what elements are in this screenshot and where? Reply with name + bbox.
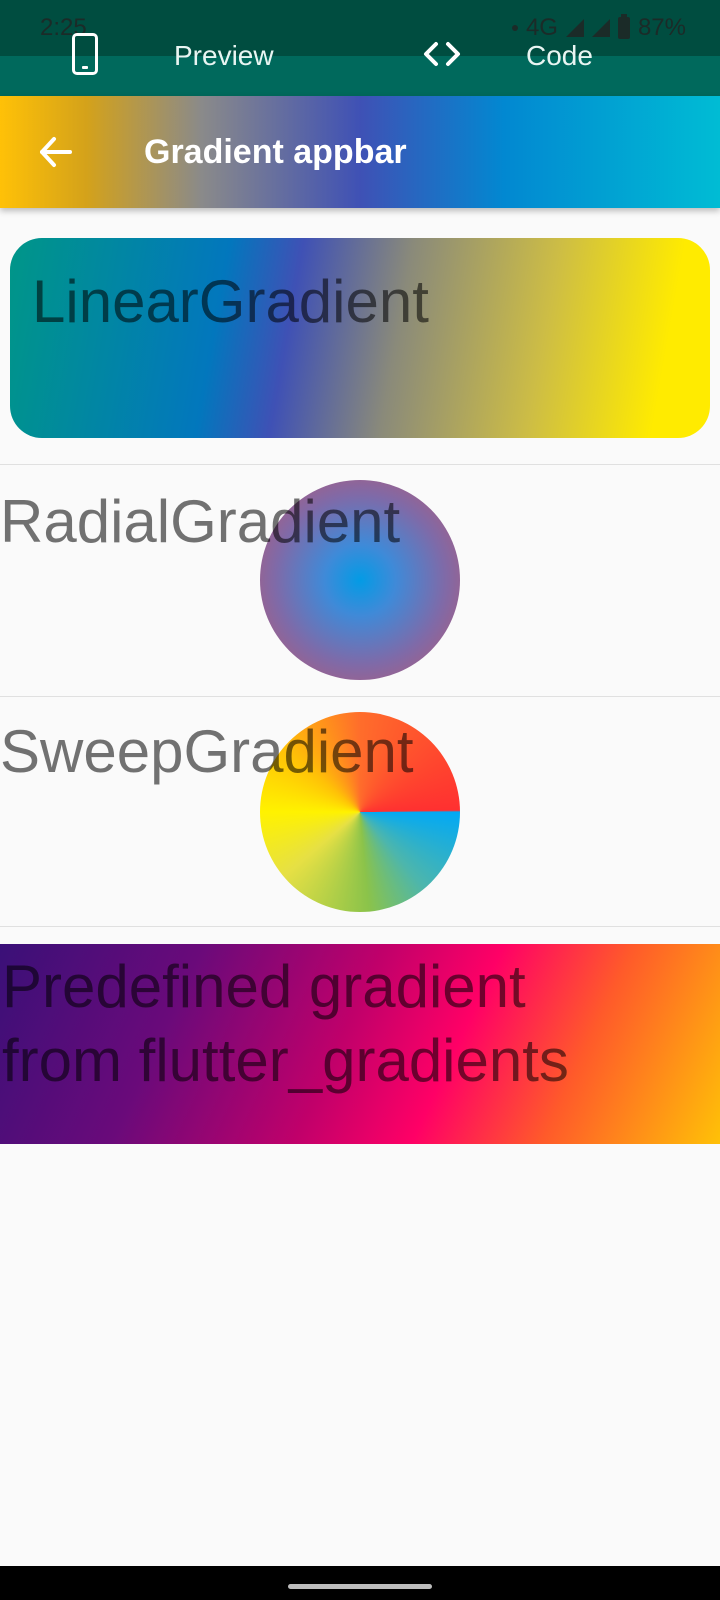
- tab-preview[interactable]: Preview: [174, 30, 274, 82]
- divider: [0, 926, 720, 927]
- app-screen: 2:25 4G 87% Preview Code Gradient appbar…: [0, 0, 720, 1600]
- code-icon[interactable]: [420, 34, 464, 74]
- predefined-gradient-line-1: Predefined gradient: [2, 953, 526, 1020]
- predefined-gradient-label: Predefined gradient from flutter_gradien…: [2, 950, 718, 1098]
- divider: [0, 696, 720, 697]
- system-navigation-bar: [0, 1566, 720, 1600]
- phone-icon[interactable]: [72, 33, 98, 75]
- back-arrow-icon[interactable]: [38, 134, 74, 170]
- notification-dot-icon: [511, 25, 518, 31]
- page-title: Gradient appbar: [144, 133, 407, 171]
- predefined-gradient-line-2: from flutter_gradients: [2, 1027, 569, 1094]
- tab-code[interactable]: Code: [526, 30, 593, 82]
- battery-icon: [617, 14, 630, 39]
- sweep-gradient-label: SweepGradient: [0, 718, 414, 785]
- battery-level: 87%: [637, 14, 686, 41]
- radial-gradient-label: RadialGradient: [0, 488, 401, 555]
- home-gesture-handle[interactable]: [288, 1584, 432, 1589]
- signal-icon: [591, 19, 610, 37]
- linear-gradient-label: LinearGradient: [32, 268, 429, 335]
- divider: [0, 464, 720, 465]
